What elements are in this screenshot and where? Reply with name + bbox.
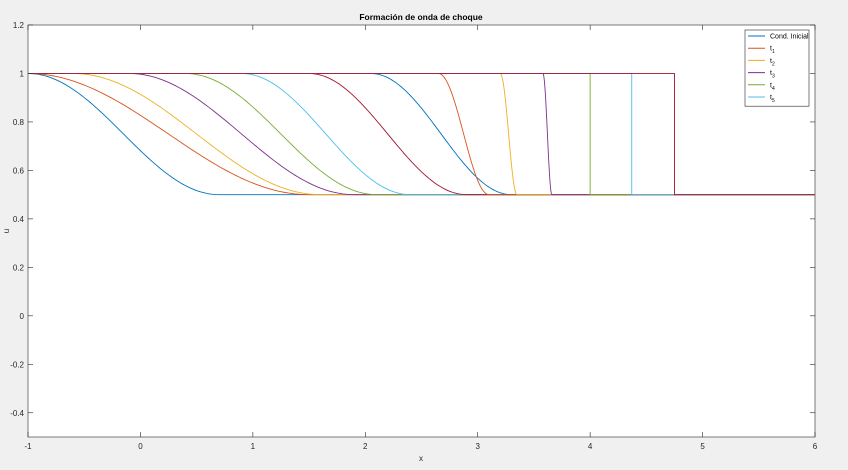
- y-tick-label: 1: [20, 69, 25, 78]
- x-tick-label: -1: [24, 442, 32, 451]
- x-tick-label: 3: [475, 442, 480, 451]
- chart-figure: -1 0 1 2 3 4 5 6 -0.4 -0.2 0 0.2 0.4 0.6 0.8 1 1.2 Forma…: [2, 12, 818, 463]
- y-tick-label: -0.2: [10, 360, 24, 369]
- y-tick-label: 0: [20, 312, 25, 321]
- y-tick-label: 0.4: [13, 215, 25, 224]
- x-tick-label: 1: [251, 442, 256, 451]
- y-tick-label: -0.4: [10, 409, 24, 418]
- x-tick-label: 2: [363, 442, 368, 451]
- legend-label: Cond. Inicial: [770, 34, 809, 41]
- x-tick-label: 0: [138, 442, 143, 451]
- legend-box: [744, 29, 810, 107]
- x-tick-label: 4: [588, 442, 593, 451]
- y-axis-label: u: [2, 229, 11, 233]
- plot-area: [27, 24, 816, 438]
- y-tick-label: 0.6: [13, 166, 25, 175]
- legend: Cond. Inicialt1t2t3t4t5: [744, 29, 810, 107]
- y-tick-label: 0.8: [13, 118, 25, 127]
- x-tick-label: 5: [700, 442, 705, 451]
- chart-title: Formación de onda de choque: [359, 12, 483, 22]
- y-tick-label: 0.2: [13, 263, 25, 272]
- x-axis-label: x: [419, 454, 423, 463]
- y-tick-label: 1.2: [13, 21, 25, 30]
- x-tick-label: 6: [813, 442, 818, 451]
